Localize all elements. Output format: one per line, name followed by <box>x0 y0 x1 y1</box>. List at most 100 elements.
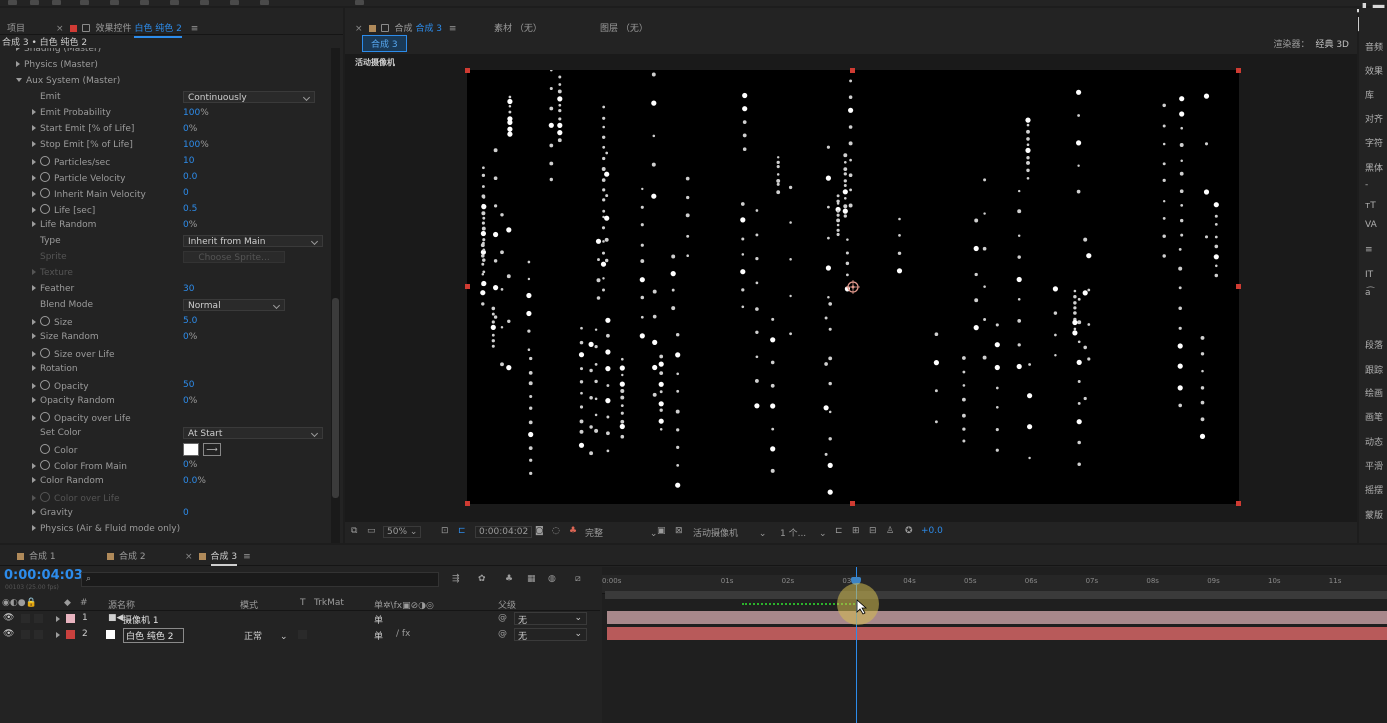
property-row[interactable]: Particles/sec 10 <box>0 153 329 169</box>
layer-bar-camera[interactable] <box>607 611 1387 624</box>
lock-toggle[interactable] <box>34 614 43 623</box>
property-value[interactable]: 5.0 <box>183 316 197 326</box>
right-panel-item[interactable]: VA <box>1365 220 1377 230</box>
property-dropdown[interactable]: Continuously <box>183 91 315 103</box>
eye-icon[interactable]: 👁 <box>3 629 14 639</box>
tab-comp-1[interactable]: 合成 1 <box>17 549 56 562</box>
layer-row[interactable]: 👁 1 ■◀ 摄像机 1 单 @ 无 ⌄ <box>0 611 600 626</box>
fx-switch-icon[interactable]: / fx <box>396 629 410 639</box>
show-snapshot-icon[interactable]: ◌ <box>552 526 560 536</box>
stopwatch-icon[interactable] <box>40 380 50 390</box>
flowchart-icon[interactable]: ♙ <box>886 526 894 536</box>
trkmat-box[interactable] <box>298 630 307 639</box>
eyedropper-icon[interactable]: ⟶ <box>203 443 221 456</box>
layer-name[interactable]: 摄像机 1 <box>123 613 159 626</box>
close-icon[interactable]: × <box>56 24 64 34</box>
property-value[interactable]: 0% <box>183 396 197 406</box>
stopwatch-icon[interactable] <box>40 188 50 198</box>
property-value[interactable]: 0% <box>183 460 197 470</box>
pen-tool-icon[interactable] <box>200 0 209 5</box>
draft-3d-icon[interactable]: ✿ <box>478 574 486 584</box>
brush-tool-icon[interactable] <box>260 0 269 5</box>
right-panel-item[interactable]: ≡ <box>1365 245 1373 255</box>
property-row[interactable]: Physics (Master) <box>0 57 329 73</box>
right-panel-item[interactable]: 绘画 <box>1365 386 1383 399</box>
selection-tool-icon[interactable] <box>8 0 17 5</box>
twirl-right-icon[interactable] <box>16 61 20 67</box>
panel-menu-icon[interactable]: ≡ <box>449 24 457 34</box>
shape-tool-icon[interactable] <box>170 0 179 5</box>
property-row[interactable]: Stop Emit [% of Life] 100% <box>0 137 329 153</box>
property-row[interactable]: Set Color At Start <box>0 425 329 441</box>
shy-switch-icon[interactable]: 单 <box>374 629 383 642</box>
pan-behind-tool-icon[interactable] <box>140 0 149 5</box>
region-icon[interactable]: ⊏ <box>458 526 466 536</box>
property-row[interactable]: Particle Velocity 0.0 <box>0 169 329 185</box>
right-panel-item[interactable]: тT <box>1365 201 1376 211</box>
shy-switch-icon[interactable]: 单 <box>374 613 383 626</box>
right-panel-item[interactable]: 画笔 <box>1365 410 1383 423</box>
timeline-timecode[interactable]: 0:00:04:03 <box>4 568 83 583</box>
right-panel-item[interactable]: 字符 <box>1365 136 1383 149</box>
twirl-right-icon[interactable] <box>32 207 36 213</box>
handle-mid-left[interactable] <box>465 284 470 289</box>
property-value[interactable]: 30 <box>183 284 194 294</box>
property-value[interactable]: 0% <box>183 332 197 342</box>
layer-row[interactable]: 👁 2 白色 纯色 2 正常 ⌄ 单 / fx @ 无 ⌄ <box>0 627 600 643</box>
right-panel-item[interactable]: 效果 <box>1365 64 1383 77</box>
property-value[interactable]: 0.5 <box>183 204 197 214</box>
reset-exposure-icon[interactable]: ✪ <box>905 526 913 536</box>
property-dropdown[interactable]: Normal <box>183 299 285 311</box>
exposure-value[interactable]: +0.0 <box>921 526 943 536</box>
property-row[interactable]: Texture <box>0 265 329 281</box>
right-panel-item[interactable]: 段落 <box>1365 338 1383 351</box>
layer-search-input[interactable]: ⌕ <box>81 572 439 587</box>
timeline-icon[interactable]: ⊟ <box>869 526 877 536</box>
fast-previews-icon[interactable]: ⊞ <box>852 526 860 536</box>
scroll-thumb[interactable] <box>332 298 339 498</box>
right-panel-item[interactable]: 平滑 <box>1365 459 1383 472</box>
twirl-right-icon[interactable] <box>16 48 20 51</box>
snapshot-icon[interactable]: ◙ <box>535 526 544 536</box>
property-row[interactable]: Opacity Random 0% <box>0 393 329 409</box>
property-row[interactable]: Color From Main 0% <box>0 457 329 473</box>
panel-menu-icon[interactable]: ≡ <box>243 552 251 562</box>
twirl-right-icon[interactable] <box>32 463 36 469</box>
tab-comp-3[interactable]: × 合成 3 ≡ <box>185 549 251 566</box>
layer-bar-solid[interactable] <box>607 627 1387 640</box>
resolution-select[interactable]: 完整 ⌄ <box>585 526 657 539</box>
rotate-tool-icon[interactable] <box>80 0 89 5</box>
twirl-right-icon[interactable] <box>32 351 36 357</box>
toggle-pixel-aspect-icon[interactable]: ⊏ <box>835 526 843 536</box>
property-row[interactable]: Shading (Master) <box>0 48 329 57</box>
right-panel-item[interactable]: a͡ <box>1365 288 1371 298</box>
motion-blur-icon[interactable]: ◍ <box>548 574 556 584</box>
property-row[interactable]: Color ⟶ <box>0 441 329 457</box>
hide-shy-icon[interactable]: ♣ <box>505 574 513 584</box>
twirl-right-icon[interactable] <box>32 175 36 181</box>
property-row[interactable]: Sprite Choose Sprite... <box>0 249 329 265</box>
timeline-graph[interactable]: 0:00s01s02s03s04s05s06s07s08s09s10s11s12… <box>602 567 1387 723</box>
snap-icon[interactable] <box>355 0 364 5</box>
stopwatch-icon[interactable] <box>40 460 50 470</box>
stopwatch-icon[interactable] <box>40 348 50 358</box>
pickwhip-icon[interactable]: @ <box>498 613 507 623</box>
twirl-right-icon[interactable] <box>32 285 36 291</box>
monitor-icon[interactable]: ▭ <box>367 526 376 536</box>
col-source-name[interactable]: 源名称 <box>108 598 135 611</box>
zoom-select[interactable]: 50% ⌄ <box>383 526 422 538</box>
anchor-point-icon[interactable] <box>846 280 860 294</box>
property-value[interactable]: 0 <box>183 508 189 518</box>
twirl-right-icon[interactable] <box>32 365 36 371</box>
right-panel-item[interactable]: 音频 <box>1365 40 1383 53</box>
parent-select[interactable]: 无 ⌄ <box>514 612 587 626</box>
property-row[interactable]: Life Random 0% <box>0 217 329 233</box>
stopwatch-icon[interactable] <box>40 492 50 502</box>
eye-icon[interactable]: 👁 <box>3 613 14 623</box>
twirl-right-icon[interactable] <box>32 525 36 531</box>
stopwatch-icon[interactable] <box>40 412 50 422</box>
property-row[interactable]: Size 5.0 <box>0 313 329 329</box>
scrollbar[interactable] <box>331 48 340 543</box>
color-channel-icon[interactable]: ♣ <box>569 526 577 536</box>
property-row[interactable]: Size over Life <box>0 345 329 361</box>
